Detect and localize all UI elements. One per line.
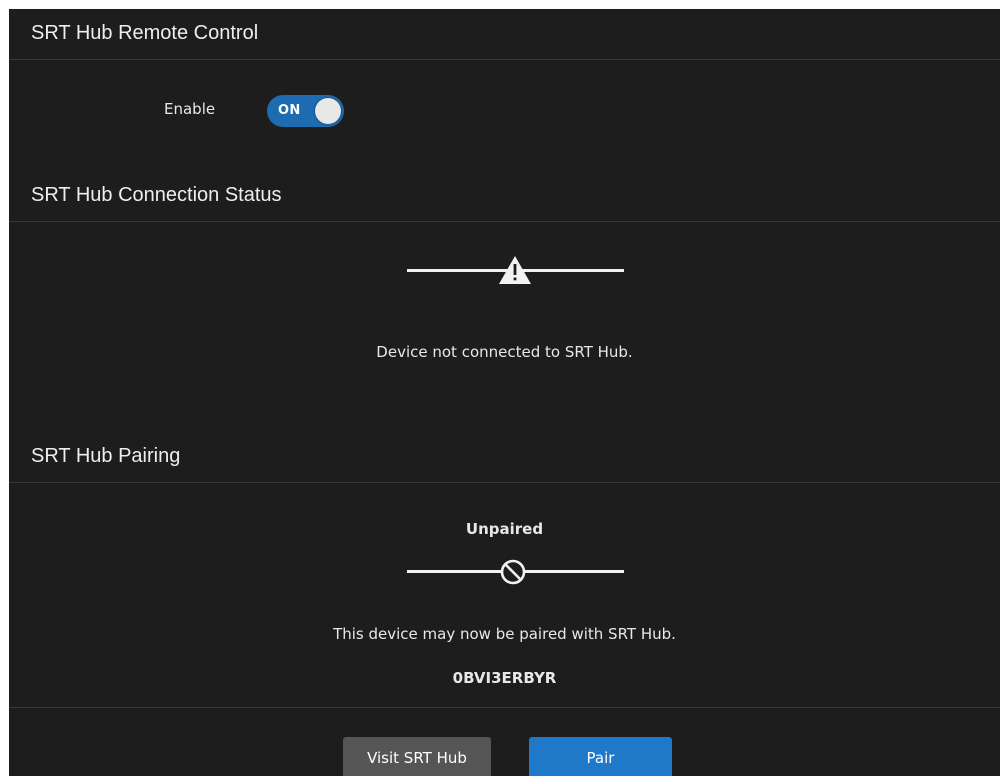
connection-status-header: SRT Hub Connection Status [9,171,1000,222]
footer-divider [9,707,1000,708]
enable-label: Enable [164,100,216,118]
pairing-code: 0BVI3ERBYR [452,669,557,687]
toggle-state-text: ON [278,103,301,118]
toggle-knob[interactable] [315,98,341,124]
enable-toggle[interactable]: ON [267,95,344,127]
pairing-header: SRT Hub Pairing [9,432,1000,483]
pairing-status: Unpaired [465,520,544,538]
visit-srt-hub-button[interactable]: Visit SRT Hub [343,737,491,776]
pair-button[interactable]: Pair [529,737,672,776]
prohibited-icon [500,559,526,589]
warning-triangle-icon [498,255,532,289]
srt-hub-panel: SRT Hub Remote Control Enable ON SRT Hub… [9,9,1000,776]
pairing-message: This device may now be paired with SRT H… [333,625,676,643]
remote-control-header: SRT Hub Remote Control [9,9,1000,60]
connection-status-message: Device not connected to SRT Hub. [376,343,633,361]
